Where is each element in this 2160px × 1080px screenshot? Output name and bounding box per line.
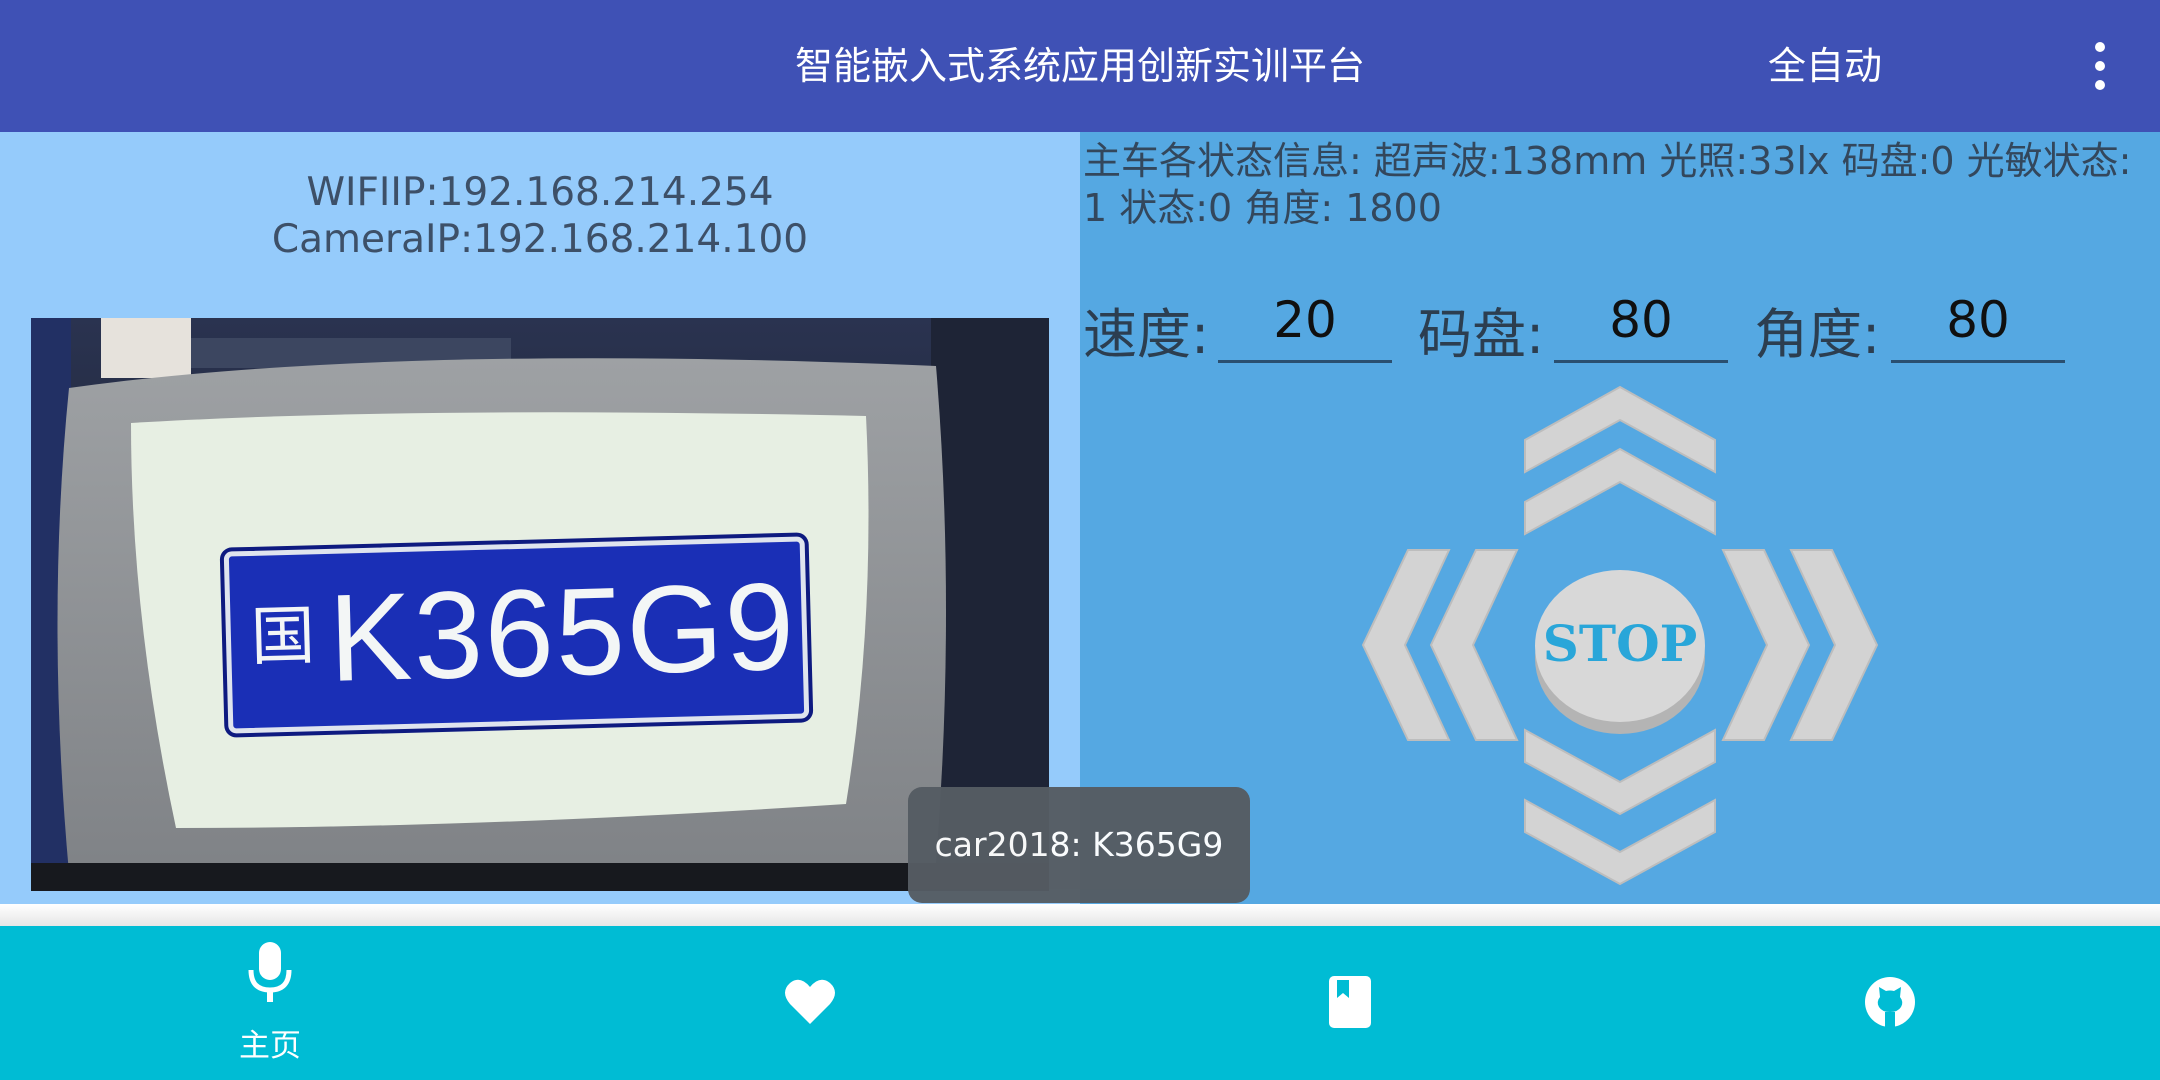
chevron-double-up-icon[interactable] [1524,385,1716,536]
angle-label: 角度: [1754,303,1881,366]
license-plate: 国 K365G9 [223,536,810,734]
speed-label: 速度: [1083,303,1210,366]
angle-input[interactable]: 80 [1891,280,2065,363]
encoder-label: 码盘: [1418,303,1545,366]
chevron-double-down-icon[interactable] [1524,728,1716,886]
mic-icon [248,942,292,1002]
divider [0,904,2160,926]
chevron-double-left-icon[interactable] [1361,549,1519,741]
more-vert-icon[interactable] [2070,40,2126,92]
speed-input[interactable]: 20 [1218,280,1392,363]
camera-view[interactable]: 国 K365G9 [31,318,1049,891]
wifi-ip-label: WIFIIP:192.168.214.254 [306,170,774,215]
nav-item-home[interactable]: 主页 [0,926,540,1080]
auto-mode-button[interactable]: 全自动 [1700,0,1950,132]
book-icon [1329,976,1371,1028]
nav-item-favorites[interactable] [540,926,1080,1080]
nav-item-github[interactable] [1620,926,2160,1080]
bottom-nav: 主页 [0,926,2160,1080]
github-icon [1865,977,1915,1027]
status-info: 主车各状态信息: 超声波:138mm 光照:33lx 码盘:0 光敏状态: 1 … [1083,138,2158,232]
app-bar: 智能嵌入式系统应用创新实训平台 全自动 [0,0,2160,132]
nav-item-book[interactable] [1080,926,1620,1080]
nav-label-home: 主页 [239,1028,301,1064]
chevron-double-right-icon[interactable] [1721,549,1879,741]
direction-pad-graphic: STOP [1361,385,1879,886]
toast-message: car2018: K365G9 [908,787,1250,903]
encoder-input[interactable]: 80 [1554,280,1728,363]
direction-pad: STOP [1355,382,1885,904]
heart-icon [785,979,835,1024]
status-line-2: 1 状态:0 角度: 1800 [1083,186,1442,230]
plate-prefix: 国 [250,599,316,675]
stop-label: STOP [1543,614,1697,673]
status-line-1: 主车各状态信息: 超声波:138mm 光照:33lx 码盘:0 光敏状态: [1083,139,2132,183]
plate-number: K365G9 [327,557,798,708]
camera-ip-label: CameraIP:192.168.214.100 [271,217,809,262]
